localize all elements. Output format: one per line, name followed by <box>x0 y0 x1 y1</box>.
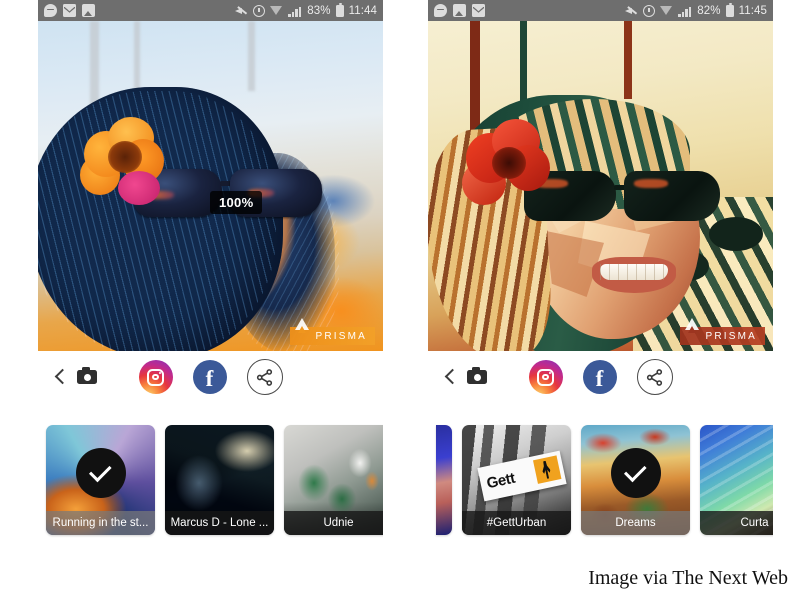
filter-preview-art <box>436 424 452 535</box>
status-bar-left-icons <box>434 4 485 17</box>
facebook-icon[interactable]: f <box>192 360 227 394</box>
filter-label: #GettUrban <box>462 510 571 535</box>
tree-trunk <box>248 21 255 91</box>
gett-logo-icon <box>532 454 562 484</box>
filter-filmstrip-right[interactable]: Gett #GettUrban Dreams Curta <box>428 403 773 556</box>
filter-thumbnail-partial[interactable] <box>436 424 452 535</box>
phone-screenshot-right: 82% 11:45 PRISMA f Gett #GettUrban Dream… <box>428 0 773 556</box>
gmail-icon <box>63 4 76 17</box>
prisma-watermark-right: PRISMA <box>680 318 765 345</box>
filter-label: Dreams <box>581 510 690 535</box>
battery-percent-label: 82% <box>697 4 721 17</box>
filter-thumbnail[interactable]: Curta <box>700 424 773 535</box>
mouth <box>592 257 676 293</box>
battery-percent-label: 83% <box>307 4 331 17</box>
filter-filmstrip-left[interactable]: Running in the st... Marcus D - Lone ...… <box>38 403 383 556</box>
share-icon[interactable] <box>636 359 673 395</box>
battery-icon <box>725 3 734 17</box>
action-bar-right: f <box>428 351 773 403</box>
photos-icon <box>82 4 95 17</box>
back-chevron-icon[interactable] <box>54 368 65 386</box>
tree-trunk <box>624 21 632 99</box>
styled-photo-right[interactable]: PRISMA <box>428 21 773 351</box>
action-bar-left: f <box>38 351 383 403</box>
gett-sign-label: Gett <box>485 468 517 492</box>
filter-intensity-badge: 100% <box>210 191 263 214</box>
clock-label: 11:44 <box>348 4 377 17</box>
battery-icon <box>335 3 344 17</box>
share-icon[interactable] <box>246 359 283 395</box>
wifi-icon <box>270 5 283 17</box>
selected-check-icon <box>75 447 126 498</box>
flower-center <box>108 141 142 173</box>
filter-thumbnail[interactable]: Dreams <box>581 424 690 535</box>
flower-petal-pink <box>118 171 160 205</box>
filter-label: Udnie <box>284 510 383 535</box>
image-credit: Image via The Next Web <box>588 567 788 589</box>
clock-label: 11:45 <box>738 4 767 17</box>
wifi-icon <box>660 5 673 17</box>
flower-decoration <box>78 113 170 205</box>
phone-screenshot-left: 83% 11:44 100% PRISMA f Running in the s… <box>38 0 383 556</box>
styled-photo-left[interactable]: 100% PRISMA <box>38 21 383 351</box>
teeth <box>600 264 668 280</box>
alarm-icon <box>643 4 656 17</box>
status-bar-right-icons: 83% 11:44 <box>235 3 377 17</box>
mute-icon <box>235 5 248 17</box>
flower-decoration <box>462 117 558 209</box>
gmail-icon <box>472 4 485 17</box>
status-bar-right-icons: 82% 11:45 <box>625 3 767 17</box>
selected-check-icon <box>610 447 661 498</box>
signal-icon <box>288 5 302 17</box>
signal-icon <box>678 5 692 17</box>
status-bar-left-icons <box>44 4 95 17</box>
messenger-icon <box>44 4 57 17</box>
camera-icon[interactable] <box>77 367 97 384</box>
alarm-icon <box>253 4 266 17</box>
filter-label: Running in the st... <box>46 510 155 535</box>
prisma-watermark-left: PRISMA <box>290 318 375 345</box>
status-bar-left: 83% 11:44 <box>38 0 383 21</box>
facebook-icon[interactable]: f <box>582 360 617 394</box>
photos-icon <box>453 4 466 17</box>
filter-thumbnail[interactable]: Udnie <box>284 424 383 535</box>
mute-icon <box>625 5 638 17</box>
messenger-icon <box>434 4 447 17</box>
prisma-watermark-label: PRISMA <box>315 330 367 342</box>
filter-thumbnail[interactable]: Gett #GettUrban <box>462 424 571 535</box>
filter-label: Marcus D - Lone ... <box>165 510 274 535</box>
sunglasses-lens-right <box>624 171 720 221</box>
instagram-icon[interactable] <box>528 360 563 394</box>
back-chevron-icon[interactable] <box>444 368 455 386</box>
prisma-triangle-icon <box>295 318 310 342</box>
prisma-watermark-label: PRISMA <box>705 330 757 342</box>
status-bar-right: 82% 11:45 <box>428 0 773 21</box>
filter-thumbnail[interactable]: Running in the st... <box>46 424 155 535</box>
flower-center <box>492 147 526 179</box>
camera-icon[interactable] <box>467 367 487 384</box>
prisma-triangle-icon <box>685 318 700 342</box>
filter-label: Curta <box>700 510 773 535</box>
filter-thumbnail[interactable]: Marcus D - Lone ... <box>165 424 274 535</box>
instagram-icon[interactable] <box>138 360 173 394</box>
